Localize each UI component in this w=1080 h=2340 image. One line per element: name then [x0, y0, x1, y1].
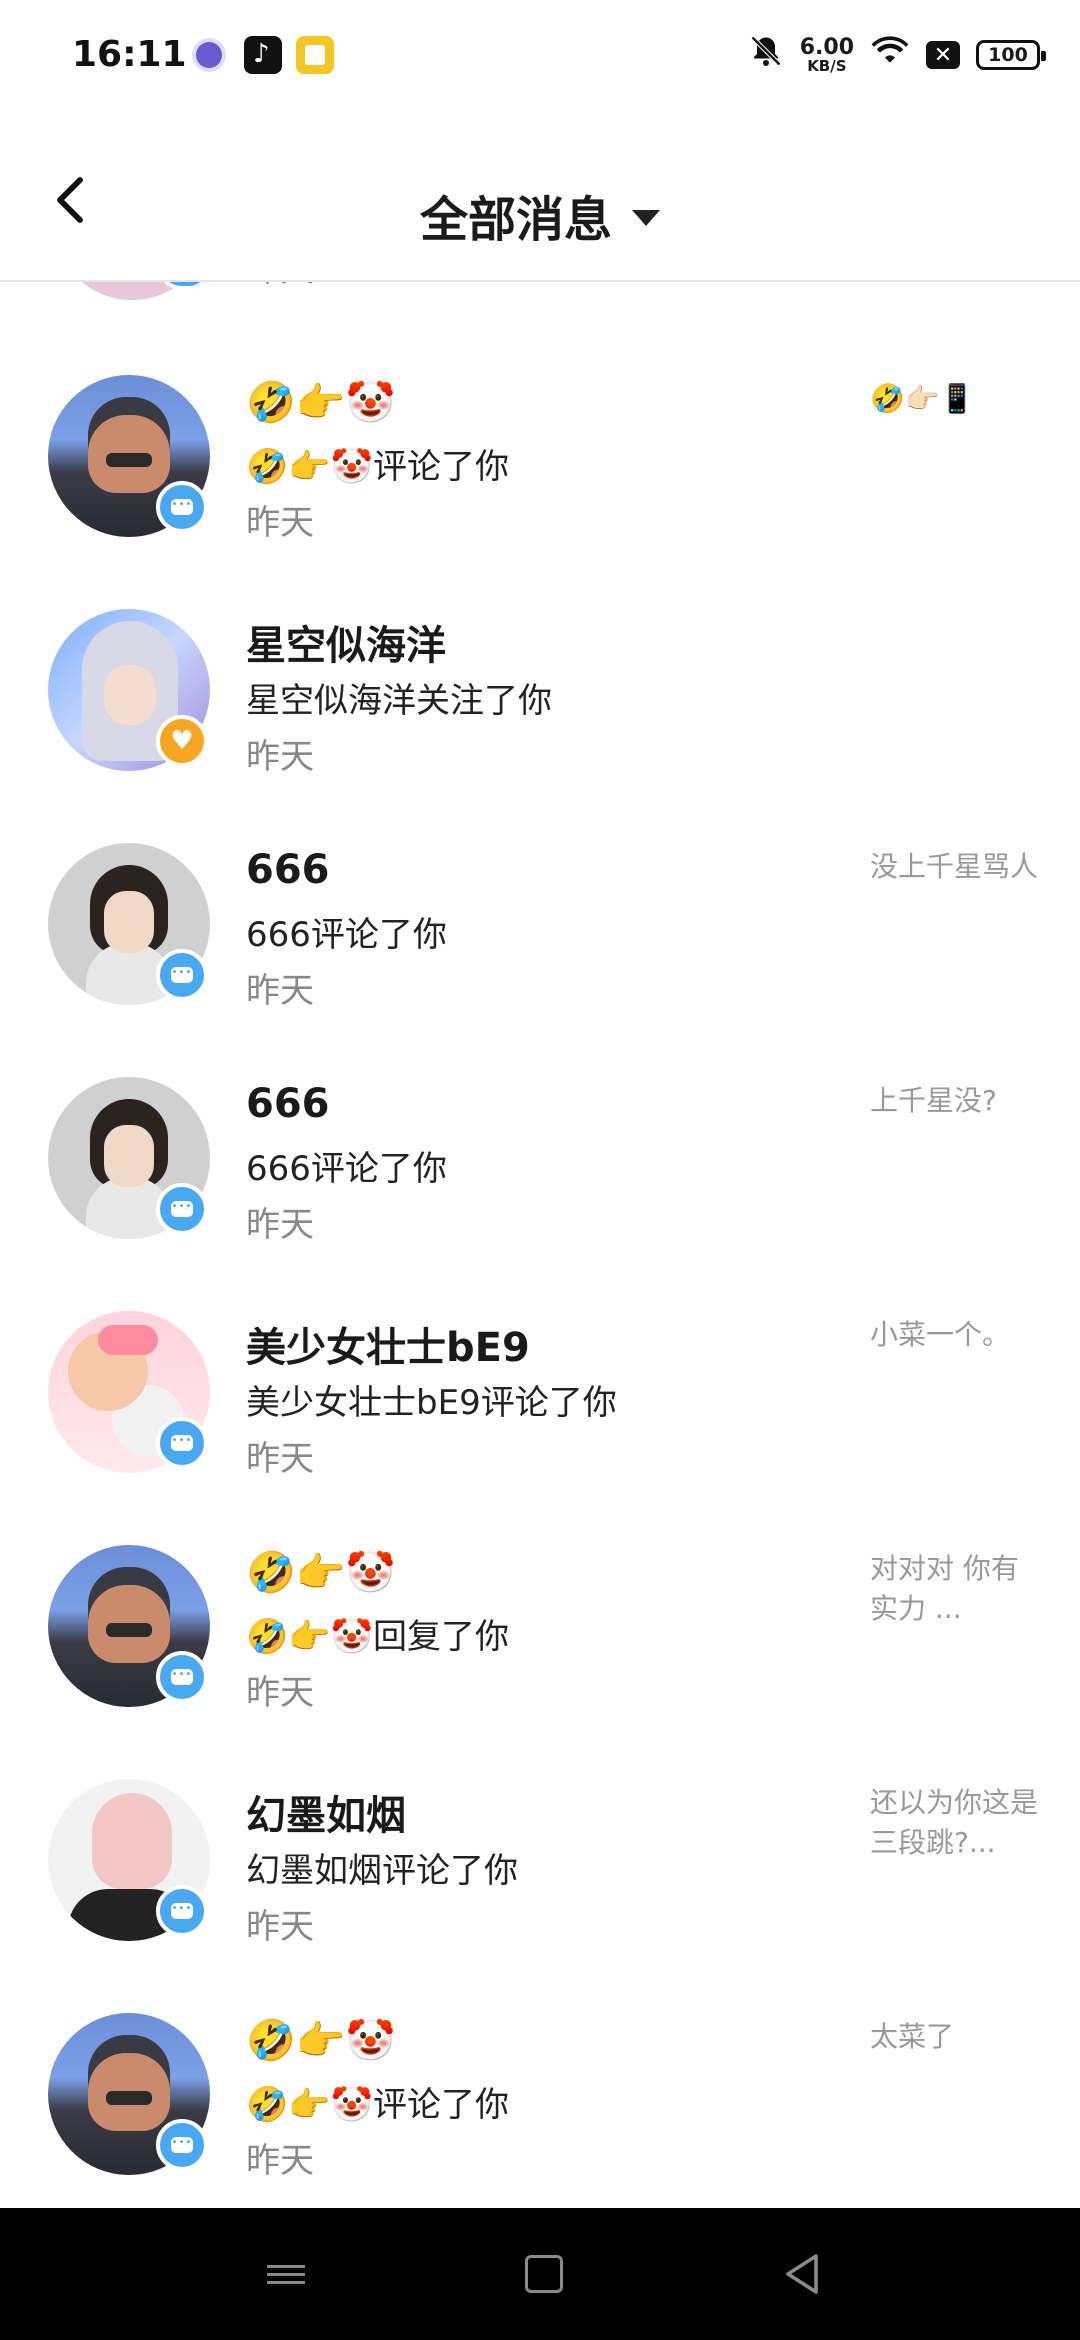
- system-nav-bar: [0, 2208, 1080, 2340]
- item-time: 昨天: [246, 1439, 314, 1479]
- sender-name[interactable]: 🤣👉🤡: [246, 379, 395, 426]
- comment-badge-icon: [156, 949, 208, 1001]
- message-action: 星空似海洋关注了你: [246, 681, 552, 721]
- message-item[interactable]: 666 666评论了你昨天 上千星没?: [0, 1037, 1080, 1271]
- item-time: 昨天: [246, 1907, 314, 1947]
- message-item[interactable]: 666 666评论了你昨天 没上千星骂人: [0, 803, 1080, 1037]
- message-action: 🤣👉🤡评论了你: [246, 447, 510, 487]
- item-time: 昨天: [246, 2141, 314, 2181]
- item-time: 昨天: [246, 971, 314, 1011]
- comment-badge-icon: [156, 1417, 208, 1469]
- message-action: 🤣👉🤡回复了你: [246, 1617, 510, 1657]
- message-preview: 🤣👉🏻📱: [870, 382, 975, 415]
- home-button[interactable]: [514, 2244, 574, 2304]
- sender-name[interactable]: 🤣👉🤡: [246, 2017, 395, 2064]
- comment-badge-icon: [156, 1651, 208, 1703]
- message-preview: 上千星没?: [870, 1084, 997, 1117]
- message-action: 666评论了你: [246, 1149, 447, 1189]
- message-action: 666评论了你: [246, 915, 447, 955]
- item-time: 昨天: [246, 1673, 314, 1713]
- message-item[interactable]: 星空似海洋星空似海洋关注了你昨天: [0, 569, 1080, 803]
- message-item[interactable]: 美少女壮士bE9 美少女壮士bE9评论了你昨天 小菜一个。: [0, 1271, 1080, 1505]
- message-preview: 对对对 你有实力 ...: [870, 1552, 1019, 1625]
- system-back-button[interactable]: [772, 2244, 832, 2304]
- message-preview: 还以为你这是三段跳?...: [870, 1786, 1039, 1859]
- caret-down-icon: [632, 210, 660, 226]
- message-item[interactable]: 幻墨如烟幻墨如烟评论了你昨天 还以为你这是三段跳?...: [0, 1739, 1080, 1973]
- sender-name[interactable]: 666: [246, 1081, 330, 1127]
- comment-badge-icon: [156, 2119, 208, 2171]
- sender-name[interactable]: 美少女壮士bE9: [246, 1315, 530, 1373]
- item-time: 昨天: [246, 503, 314, 543]
- filter-dropdown[interactable]: 全部消息: [0, 180, 1080, 250]
- message-action: 美少女壮士bE9评论了你: [246, 1383, 617, 1423]
- sender-name[interactable]: 🤣👉🤡: [246, 1549, 395, 1596]
- message-preview: 小菜一个。: [870, 1318, 1011, 1351]
- message-preview: 太菜了: [870, 2020, 955, 2053]
- sender-name[interactable]: 666: [246, 847, 330, 893]
- page-title: 全部消息: [419, 192, 612, 248]
- square-icon: [525, 2255, 563, 2293]
- message-preview: 没上千星骂人: [870, 850, 1039, 883]
- triangle-back-icon: [786, 2254, 818, 2294]
- sender-name[interactable]: 幻墨如烟: [246, 1783, 406, 1841]
- message-action: 🤣👉🤡评论了你: [246, 2085, 510, 2125]
- item-time: 昨天: [246, 1205, 314, 1245]
- message-list[interactable]: 昨天 🤣👉🤡🤣👉🤡评论了你昨天🤣👉🏻📱星空似海洋星空似海洋关注了你昨天66666…: [0, 0, 1080, 2208]
- menu-icon: [267, 2260, 305, 2289]
- sender-name[interactable]: 星空似海洋: [246, 613, 446, 671]
- recent-apps-button[interactable]: [256, 2244, 316, 2304]
- heart-badge-icon: [156, 715, 208, 767]
- comment-badge-icon: [156, 1183, 208, 1235]
- header: 全部消息: [0, 110, 1080, 282]
- message-action: 幻墨如烟评论了你: [246, 1851, 518, 1891]
- item-time: 昨天: [246, 737, 314, 777]
- comment-badge-icon: [156, 1885, 208, 1937]
- message-item[interactable]: 🤣👉🤡 🤣👉🤡回复了你昨天 对对对 你有实力 ...: [0, 1505, 1080, 1739]
- message-item[interactable]: 🤣👉🤡 🤣👉🤡评论了你昨天 🤣👉🏻📱: [0, 335, 1080, 569]
- comment-badge-icon: [156, 481, 208, 533]
- message-item[interactable]: 🤣👉🤡 🤣👉🤡评论了你昨天 太菜了: [0, 1973, 1080, 2207]
